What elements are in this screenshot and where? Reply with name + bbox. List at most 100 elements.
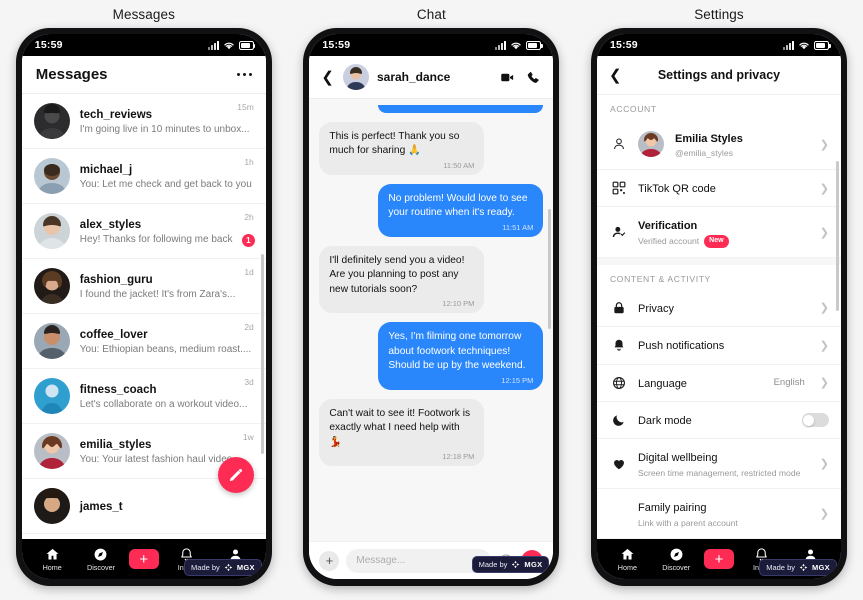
- heart-icon: [611, 457, 627, 471]
- settings-row-push-notifications[interactable]: Push notifications ❯: [596, 327, 841, 365]
- plus-attach-icon[interactable]: +: [319, 550, 340, 571]
- list-item-name: fashion_guru: [79, 273, 153, 286]
- scrollbar[interactable]: [835, 161, 839, 311]
- list-item[interactable]: alex_styles Hey! Thanks for following me…: [21, 204, 266, 259]
- battery-icon: [526, 41, 543, 50]
- avatar: [33, 213, 70, 249]
- avatar: [33, 158, 70, 194]
- compose-button[interactable]: [217, 457, 254, 493]
- message-input[interactable]: Message...: [346, 548, 492, 573]
- dark-mode-toggle[interactable]: [801, 413, 829, 428]
- avatar: [637, 131, 664, 158]
- watermark-brand: MGX: [524, 560, 543, 569]
- list-item-time: 15m: [237, 102, 254, 112]
- list-item-texts: alex_styles Hey! Thanks for following me…: [80, 215, 254, 248]
- list-item-name: james_t: [79, 500, 123, 513]
- settings-row-privacy[interactable]: Privacy ❯: [596, 290, 841, 328]
- wifi-icon: [511, 42, 522, 49]
- phone-icon[interactable]: [526, 70, 541, 85]
- panel-settings: Settings 15:59 ❮ Settings and privacy AC…: [575, 0, 863, 600]
- avatar[interactable]: [342, 64, 369, 90]
- messages-list[interactable]: tech_reviews I'm going live in 10 minute…: [21, 94, 266, 539]
- nav-label: Discover: [662, 562, 691, 572]
- settings-row-title: Dark mode: [637, 414, 692, 427]
- list-item[interactable]: fashion_guru I found the jacket! It's fr…: [21, 259, 266, 314]
- settings-row-family-pairing[interactable]: Family pairing Link with a parent accoun…: [596, 489, 841, 539]
- mgx-logo-icon: [224, 563, 233, 572]
- status-bar: 15:59: [596, 34, 841, 56]
- nav-item-discover[interactable]: Discover: [80, 547, 122, 572]
- list-item[interactable]: coffee_lover You: Ethiopian beans, mediu…: [21, 314, 266, 369]
- avatar: [33, 488, 70, 524]
- chevron-right-icon: ❯: [819, 508, 829, 521]
- status-icons: [495, 40, 543, 50]
- chevron-right-icon: ❯: [819, 339, 829, 352]
- list-item-texts: fitness_coach Let's collaborate on a wor…: [80, 380, 254, 413]
- back-button[interactable]: ❮: [321, 70, 335, 85]
- list-item[interactable]: michael_j You: Let me check and get back…: [21, 149, 266, 204]
- compass-icon: [670, 548, 683, 560]
- scrollbar[interactable]: [548, 209, 552, 329]
- nav-item-create[interactable]: +: [128, 549, 159, 569]
- qr-code-icon: [611, 181, 627, 195]
- battery-icon: [813, 41, 831, 50]
- chat-bubble-clipped: [378, 105, 544, 113]
- list-item-name: michael_j: [79, 163, 133, 176]
- settings-row-texts: Language: [638, 374, 763, 392]
- settings-row-subtitle-text: Verified account: [637, 235, 700, 246]
- nav-label: Home: [42, 562, 62, 572]
- nav-item-home[interactable]: Home: [606, 547, 648, 572]
- settings-row-language[interactable]: Language English ❯: [596, 365, 841, 402]
- nav-label: Discover: [87, 562, 115, 572]
- settings-row-texts: Emilia Styles @emilia_styles: [675, 129, 809, 160]
- chat-bubble-incoming: Can't wait to see it! Footwork is exactl…: [319, 398, 485, 467]
- phone-frame-messages: 15:59 Messages tech_reviews I'm going li…: [15, 28, 272, 586]
- settings-row-title: Language: [637, 377, 687, 390]
- watermark-badge: Made by MGX: [759, 559, 837, 576]
- nav-item-discover[interactable]: Discover: [655, 547, 697, 572]
- avatar: [33, 323, 70, 359]
- settings-header: ❮ Settings and privacy: [596, 56, 841, 95]
- list-item[interactable]: fitness_coach Let's collaborate on a wor…: [21, 369, 266, 424]
- cellular-signal-icon: [495, 40, 507, 50]
- chevron-right-icon: ❯: [819, 226, 829, 239]
- list-item-texts: tech_reviews I'm going live in 10 minute…: [80, 105, 254, 138]
- phone-screen-messages: 15:59 Messages tech_reviews I'm going li…: [21, 34, 266, 579]
- nav-item-create[interactable]: +: [703, 549, 734, 569]
- list-item-texts: james_t: [80, 497, 254, 516]
- chat-message-list[interactable]: This is perfect! Thank you so much for s…: [309, 99, 554, 541]
- settings-list[interactable]: ACCOUNT Emilia Styles @emilia_styles ❯ T…: [596, 95, 841, 539]
- nav-label: Home: [617, 562, 637, 572]
- settings-row-texts: Digital wellbeing Screen time management…: [638, 448, 809, 479]
- settings-row-title: Verification: [637, 220, 698, 233]
- section-label-account: ACCOUNT: [596, 95, 841, 120]
- watermark-brand: MGX: [812, 563, 830, 572]
- chevron-right-icon: ❯: [819, 138, 829, 151]
- more-options-icon[interactable]: [237, 69, 252, 80]
- list-item-name: alex_styles: [79, 218, 142, 231]
- nav-item-home[interactable]: Home: [31, 547, 73, 572]
- moon-icon: [611, 413, 627, 427]
- settings-row-texts: Push notifications: [638, 336, 809, 354]
- chat-bubble-outgoing: Yes, I'm filming one tomorrow about foot…: [378, 322, 544, 390]
- settings-row-texts: Dark mode: [638, 411, 791, 429]
- phone-screen-chat: 15:59 ❮ sarah_dance This is perfect! Tha…: [309, 34, 554, 579]
- list-item-time: 3d: [244, 377, 254, 387]
- settings-row-digital-wellbeing[interactable]: Digital wellbeing Screen time management…: [596, 439, 841, 490]
- settings-row-profile[interactable]: Emilia Styles @emilia_styles ❯: [596, 120, 841, 170]
- list-item[interactable]: tech_reviews I'm going live in 10 minute…: [21, 94, 266, 149]
- chat-bubble-time: 12:18 PM: [442, 452, 475, 462]
- watermark-badge: Made by MGX: [471, 556, 550, 573]
- chat-contact-name: sarah_dance: [376, 70, 451, 84]
- status-clock: 15:59: [322, 39, 351, 51]
- settings-row-qr-code[interactable]: TikTok QR code ❯: [596, 170, 841, 208]
- status-clock: 15:59: [609, 39, 638, 51]
- settings-row-verification[interactable]: Verification Verified account New ❯: [596, 207, 841, 258]
- settings-row-dark-mode[interactable]: Dark mode: [596, 402, 841, 440]
- status-icons: [207, 40, 256, 50]
- video-camera-icon[interactable]: [500, 70, 515, 85]
- scrollbar[interactable]: [260, 254, 264, 454]
- chevron-right-icon: ❯: [819, 377, 829, 390]
- settings-row-subtitle: Screen time management, restricted mode: [637, 467, 801, 478]
- list-item-name: tech_reviews: [79, 108, 153, 121]
